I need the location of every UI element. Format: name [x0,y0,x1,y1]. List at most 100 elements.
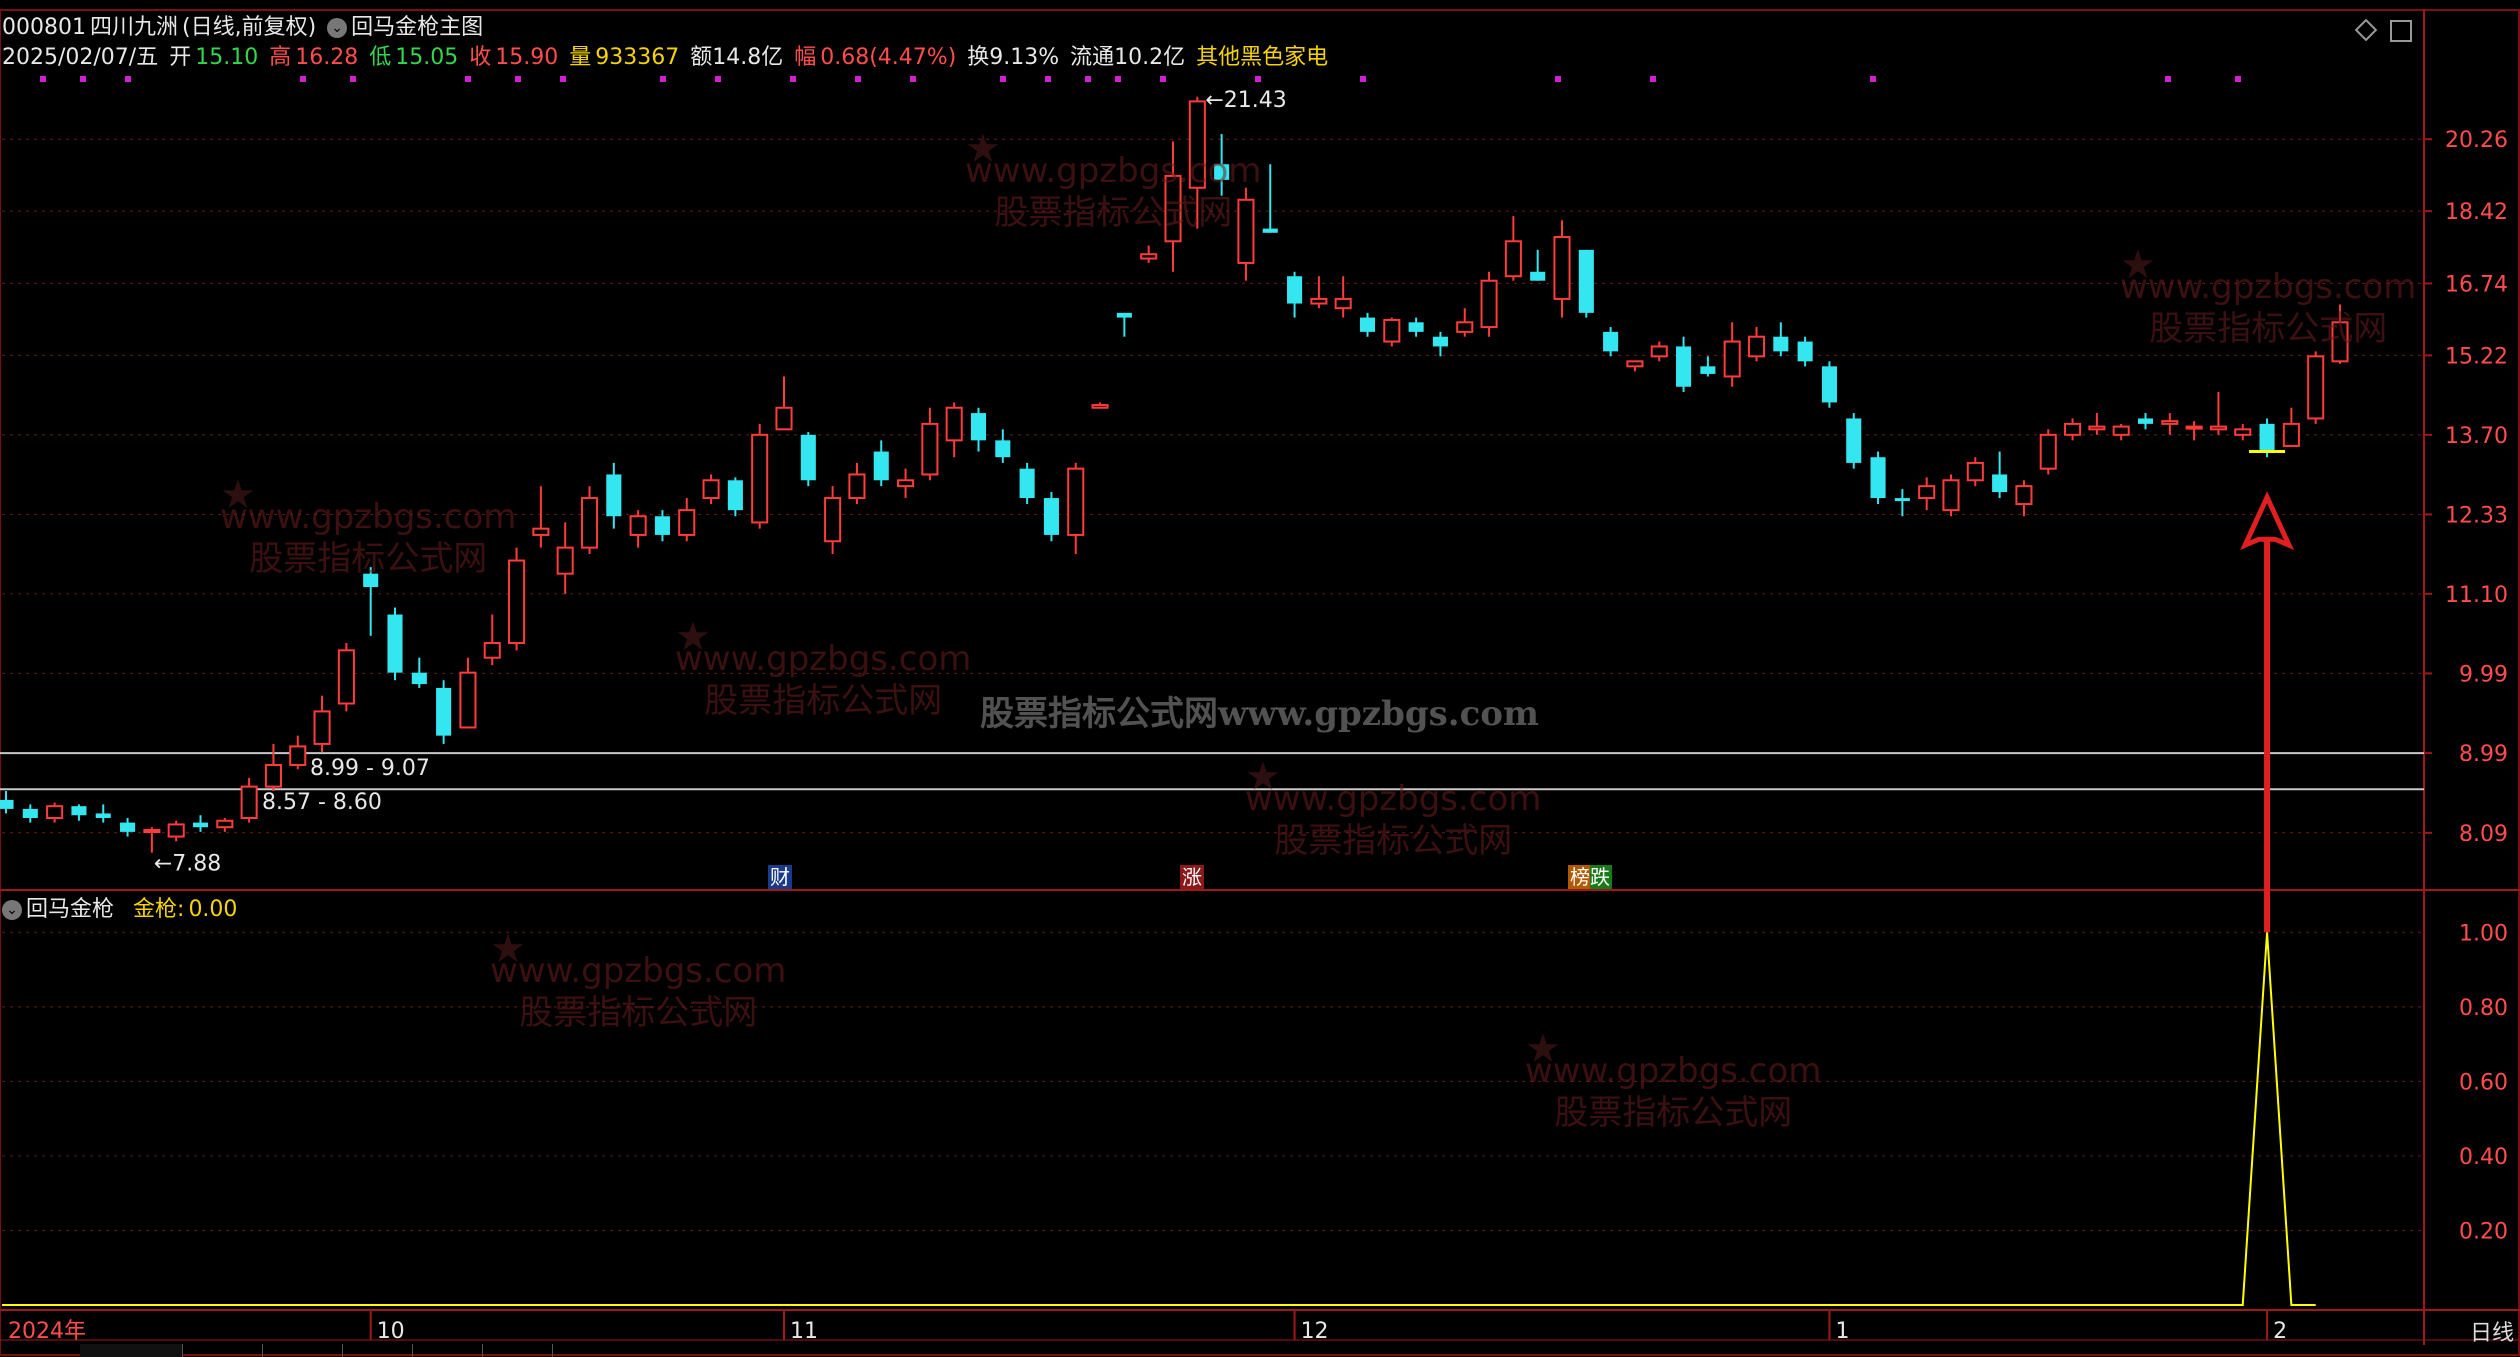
candle [1287,271,1303,318]
candle-body [313,710,331,745]
amount-value: 额14.8亿 [690,45,784,70]
candle-body [289,745,307,766]
watermark: ★ www.gpzbgs.com 股票指标公式网 [1525,1026,1822,1133]
watermark: ★ www.gpzbgs.com 股票指标公式网 [220,472,517,579]
candle [313,695,331,753]
candle [897,468,915,499]
candle-body [654,516,670,535]
candle [1821,361,1837,408]
concept-label[interactable]: 其他黑色家电 [1196,45,1328,70]
candle [1432,331,1448,357]
sub-tick-label: 0.40 [2459,1145,2508,1170]
indicator-tab[interactable] [80,1344,183,1357]
candle [1626,360,1644,372]
indicator-tab[interactable] [260,1344,343,1357]
candle-body [459,671,477,729]
event-marker [1160,76,1166,82]
period-button[interactable]: 日线 [2470,1315,2514,1347]
candle [1603,327,1619,357]
quote-date: 2025/02/07/五 [2,45,159,70]
watermark-name: 股票指标公式网 [1274,821,1513,861]
candle [71,804,87,821]
candle-body [848,473,866,500]
chevron-down-icon[interactable]: ⌄ [327,18,348,38]
price-tick-label: 9.99 [2459,662,2508,687]
candle-body [22,808,38,818]
main-indicator-name[interactable]: 回马金枪主图 [351,15,483,40]
candle [532,486,550,548]
price-tick-label: 15.22 [2445,344,2508,369]
chart-stage: 20.26 18.42 16.74 15.22 13.70 12.33 11.10 9.99 8… [0,0,2520,1357]
candle [387,607,403,681]
float-cap-value: 流通10.2亿 [1070,45,1186,70]
event-marker [465,76,471,82]
band-label-lower: 8.57 - 8.60 [262,790,382,815]
candle [1116,312,1132,337]
turnover-value: 换9.13% [967,45,1060,70]
band-label-upper: 8.99 - 9.07 [310,756,430,781]
candle [775,376,793,431]
candle [800,432,816,487]
month-label: 2 [2273,1319,2287,1344]
sub-tick-label: 0.80 [2459,996,2508,1021]
candle [1091,402,1109,409]
month-label: 12 [1301,1319,1329,1344]
price-tick-label: 20.26 [2445,128,2508,153]
sub-indicator-name[interactable]: 回马金枪 [26,897,114,922]
candle-body [1504,240,1522,278]
candle-body [1091,404,1109,409]
candle [945,402,963,458]
candle [2039,429,2057,475]
event-badge-list[interactable]: 榜跌 [1568,865,1612,889]
candle [264,743,282,792]
candle [483,614,501,666]
restore-window-icon[interactable] [2390,20,2412,42]
candle [727,477,743,517]
close-value: 15.90 [495,45,559,70]
candle [1747,327,1766,362]
candle [1942,474,1960,517]
candle [240,777,258,823]
candle-body [2307,355,2325,420]
candle [2088,413,2106,435]
candle-body [337,649,355,705]
indicator-tab[interactable] [480,1344,553,1357]
candle [1966,457,1984,487]
candle-body [532,527,550,536]
candle-body [1043,498,1059,535]
candle [1310,276,1328,309]
candle [1723,322,1741,387]
candle [970,407,987,452]
candle [1992,451,2008,499]
event-badge-rise[interactable]: 涨 [1180,865,1204,889]
watermark-url: www.gpzbgs.com [490,951,787,991]
change-label: 幅 [794,45,817,70]
indicator-tab[interactable] [0,1344,83,1357]
candle-body [240,785,258,819]
event-marker [1115,76,1121,82]
candle-body [751,433,769,524]
candle-body [2039,433,2057,470]
candle [848,462,866,505]
indicator-tab[interactable] [340,1344,413,1357]
candle [1043,492,1059,542]
candle [436,680,452,744]
close-label: 收 [469,45,492,70]
indicator-tab[interactable] [410,1344,483,1357]
chevron-down-icon[interactable]: ⌄ [2,900,22,920]
candle [22,804,38,823]
change-value: 0.68(4.47%) [820,45,957,70]
candle [0,791,14,814]
candle-body [1334,297,1352,310]
candle [1676,336,1692,392]
year-label: 2024年 [8,1319,86,1344]
event-marker [2165,76,2171,82]
candle-body [1992,474,2008,493]
candle [1846,413,1862,469]
event-badge-finance[interactable]: 财 [768,865,792,889]
candle [1700,356,1716,377]
event-marker [660,76,666,82]
indicator-tab[interactable] [180,1344,263,1357]
candle-body [1821,366,1837,403]
candle-body [873,451,889,481]
